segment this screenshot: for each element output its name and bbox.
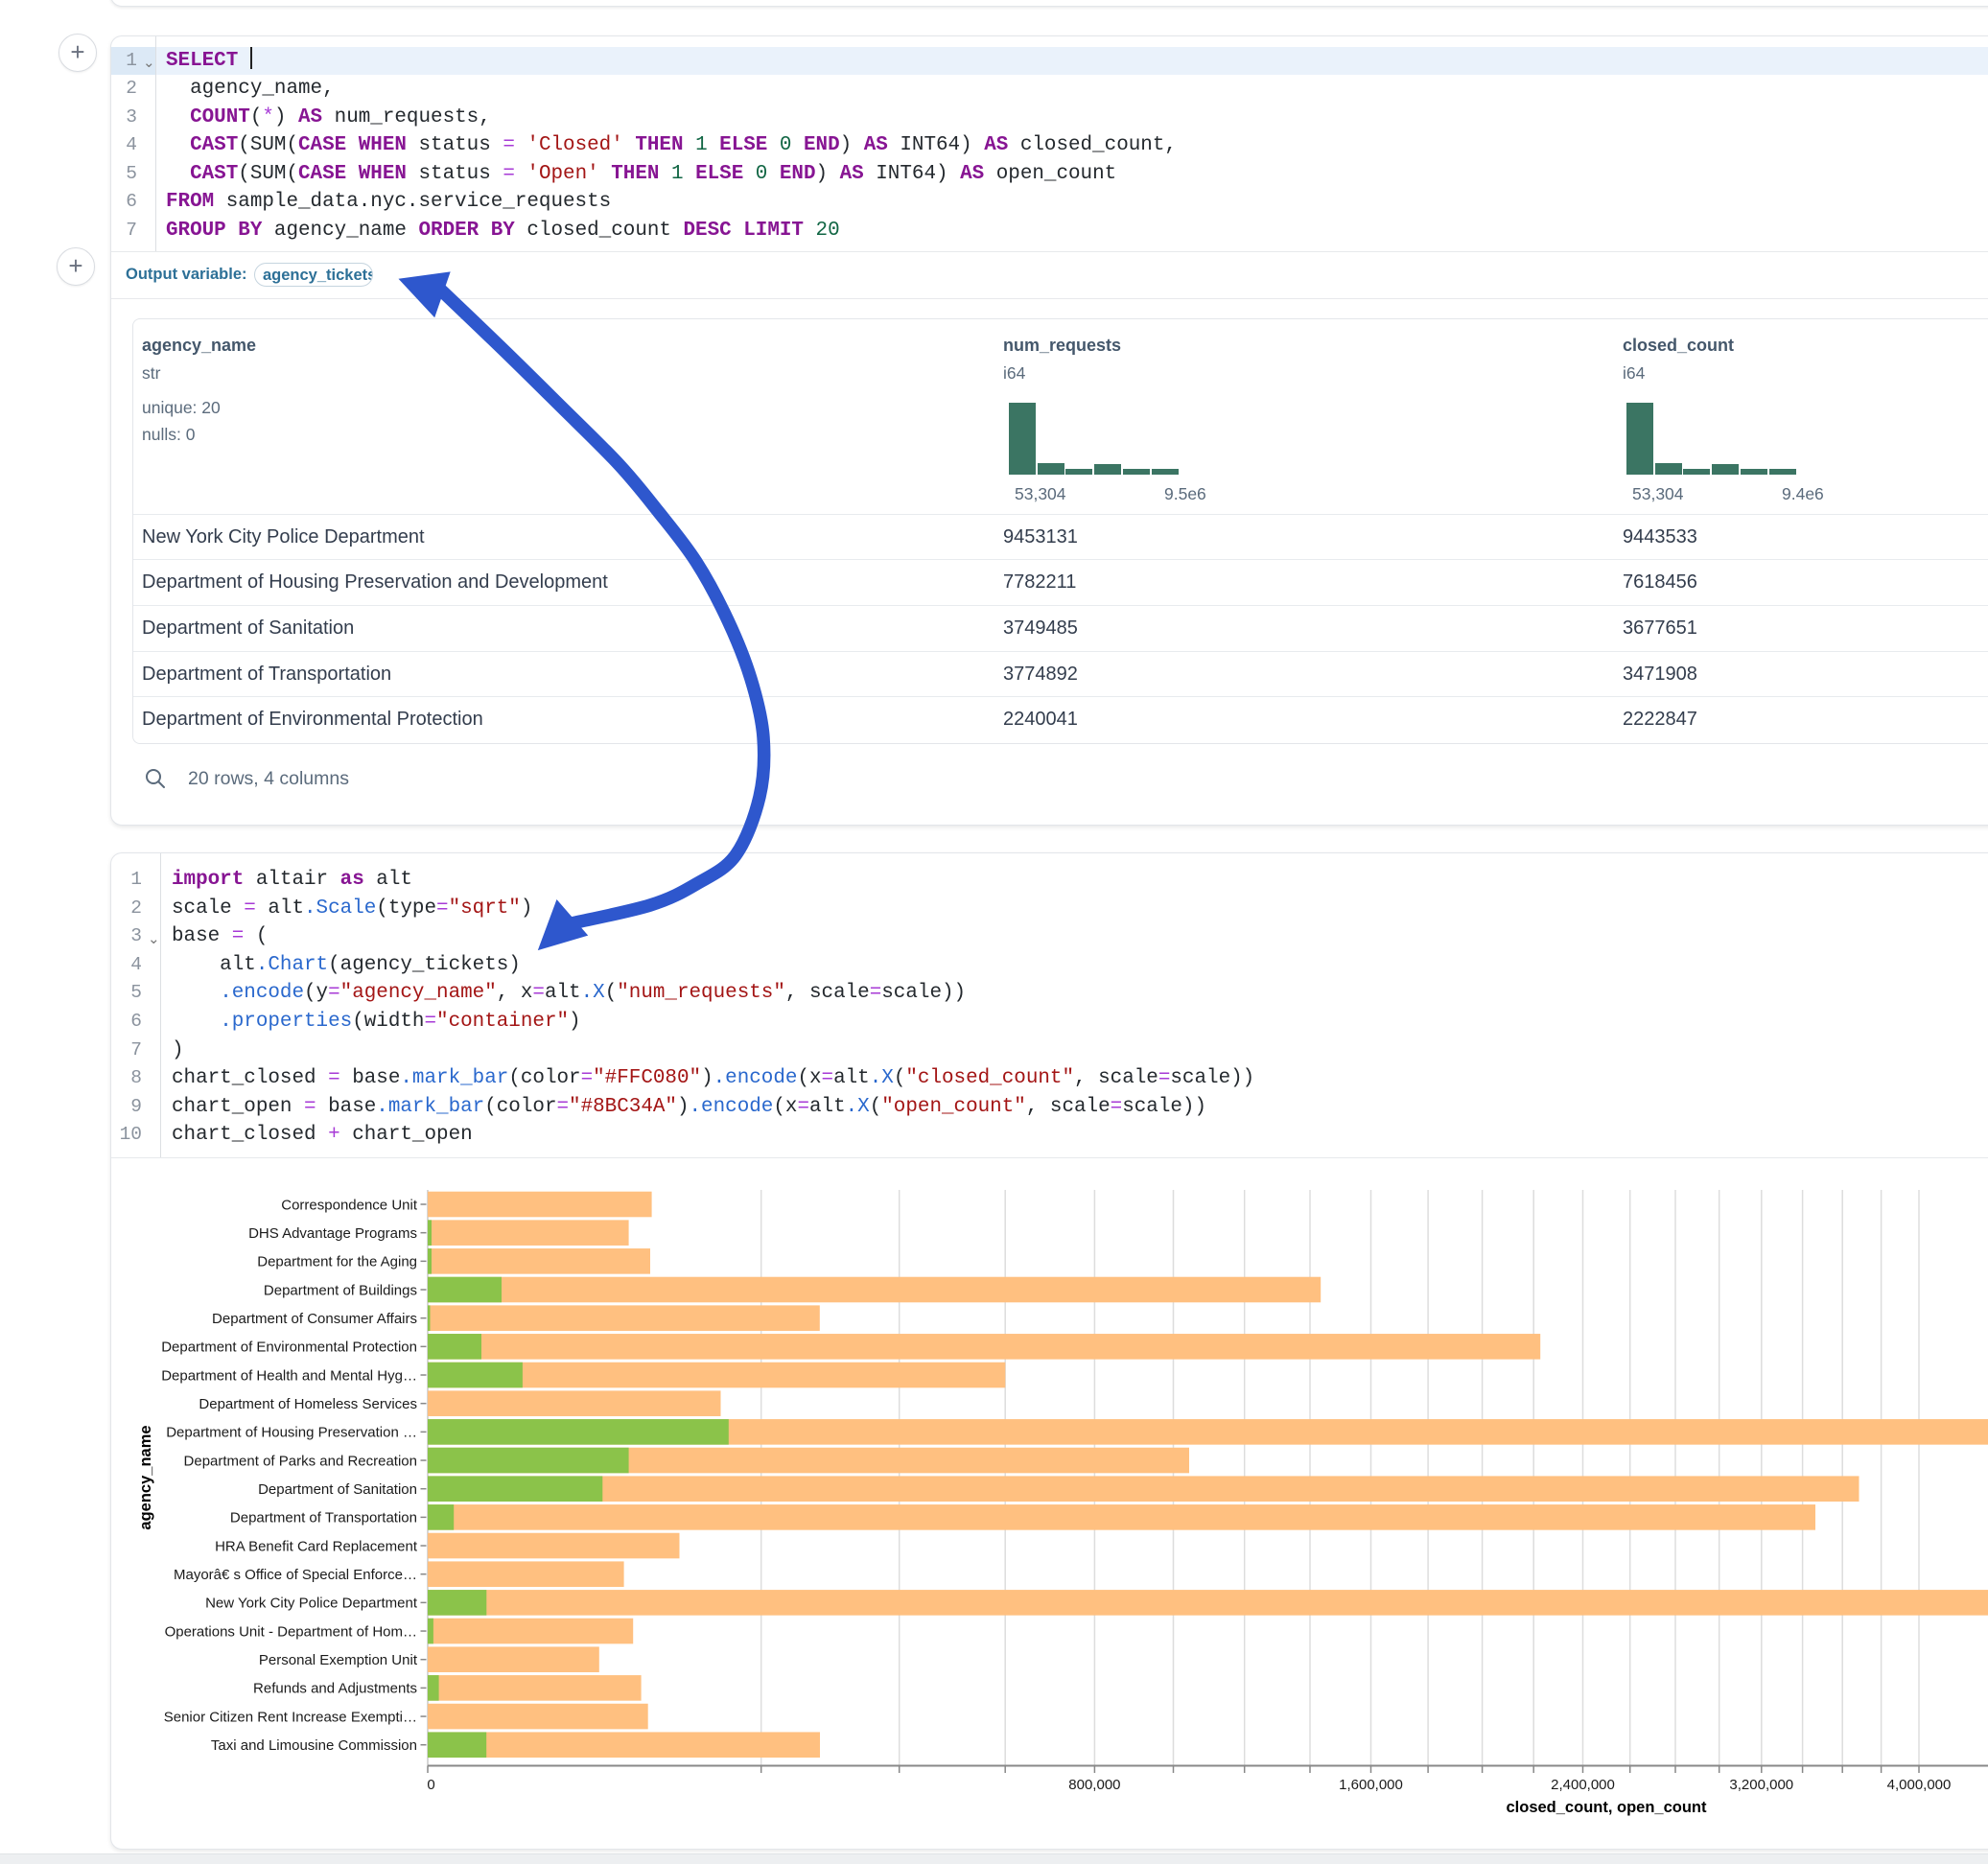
svg-text:3,200,000: 3,200,000 [1729,1777,1793,1793]
svg-text:Department of Housing Preserva: Department of Housing Preservation … [166,1425,417,1441]
svg-text:HRA Benefit Card Replacement: HRA Benefit Card Replacement [215,1538,418,1554]
svg-text:DHS Advantage Programs: DHS Advantage Programs [248,1225,417,1242]
svg-text:Taxi and Limousine Commission: Taxi and Limousine Commission [211,1737,417,1754]
svg-text:Department of Parks and Recrea: Department of Parks and Recreation [184,1453,417,1469]
svg-text:Department of Transportation: Department of Transportation [230,1510,417,1526]
svg-text:Department of Environmental Pr: Department of Environmental Protection [161,1340,417,1356]
svg-text:Department of Consumer Affairs: Department of Consumer Affairs [212,1311,417,1327]
svg-text:Department of Health and Menta: Department of Health and Mental Hyg… [161,1367,417,1384]
svg-text:agency_name: agency_name [137,1425,154,1529]
svg-text:0: 0 [427,1777,434,1793]
svg-text:800,000: 800,000 [1068,1777,1120,1793]
svg-text:Personal Exemption Unit: Personal Exemption Unit [259,1652,418,1668]
svg-text:Mayorâ€ s Office of Special En: Mayorâ€ s Office of Special Enforce… [174,1567,417,1583]
svg-text:1,600,000: 1,600,000 [1339,1777,1403,1793]
svg-text:New York City Police Departmen: New York City Police Department [205,1596,418,1612]
svg-text:Operations Unit - Department o: Operations Unit - Department of Hom… [165,1623,417,1640]
svg-text:2,400,000: 2,400,000 [1551,1777,1615,1793]
svg-text:Senior Citizen Rent Increase E: Senior Citizen Rent Increase Exempti… [164,1709,417,1725]
svg-text:Correspondence Unit: Correspondence Unit [281,1197,418,1213]
svg-text:Department of Buildings: Department of Buildings [264,1282,417,1298]
svg-text:closed_count, open_count: closed_count, open_count [1506,1799,1707,1816]
svg-text:Department of Sanitation: Department of Sanitation [258,1481,417,1498]
svg-text:Refunds and Adjustments: Refunds and Adjustments [253,1681,417,1697]
svg-text:Department for the Aging: Department for the Aging [257,1254,417,1270]
svg-text:4,000,000: 4,000,000 [1887,1777,1952,1793]
svg-text:Department of Homeless Service: Department of Homeless Services [199,1396,417,1412]
